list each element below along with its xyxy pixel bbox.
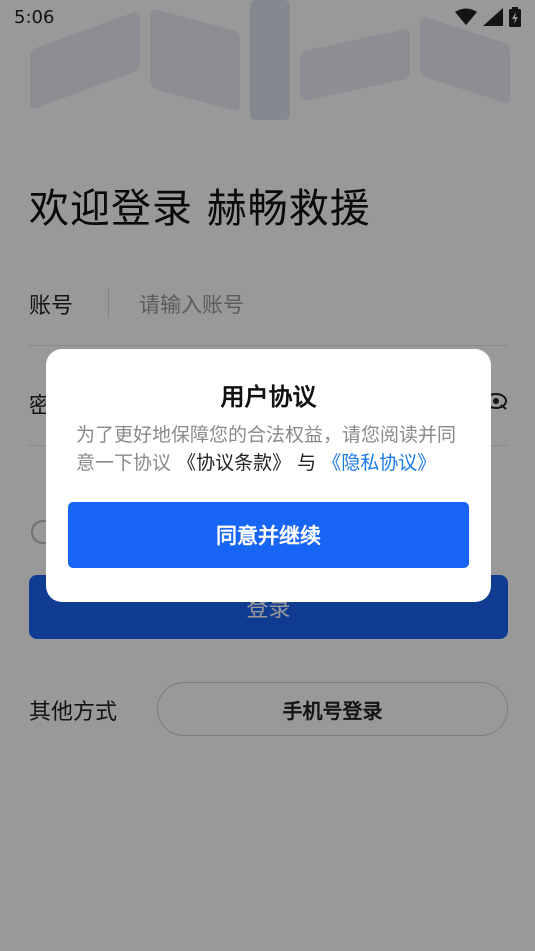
dialog-title: 用户协议	[220, 383, 317, 411]
terms-link[interactable]: 《协议条款》	[177, 452, 291, 474]
privacy-link[interactable]: 《隐私协议》	[322, 452, 436, 474]
dialog-body: 为了更好地保障您的合法权益，请您阅读并同意一下协议 《协议条款》 与 《隐私协议…	[76, 421, 468, 477]
agree-continue-button[interactable]: 同意并继续	[68, 502, 469, 568]
agreement-dialog: 用户协议 为了更好地保障您的合法权益，请您阅读并同意一下协议 《协议条款》 与 …	[46, 349, 491, 602]
dialog-connector: 与	[297, 452, 317, 474]
